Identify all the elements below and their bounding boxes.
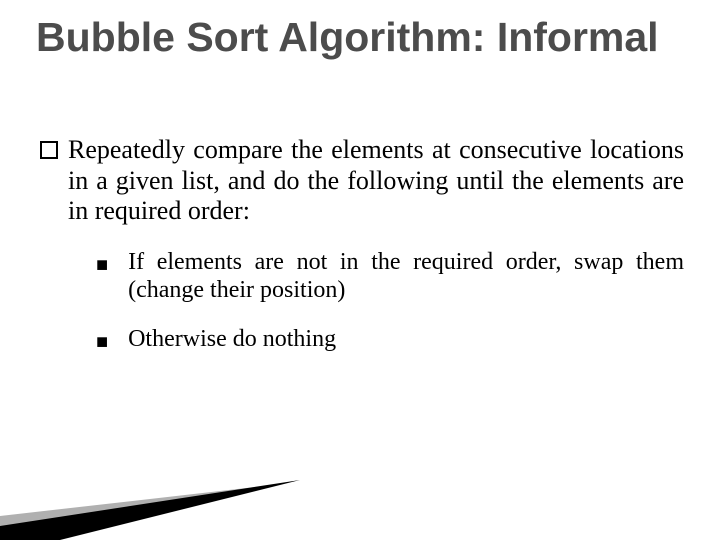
bullet-level2: ■ If elements are not in the required or… bbox=[96, 249, 684, 304]
filled-square-icon: ■ bbox=[96, 255, 108, 275]
slide-body: Repeatedly compare the elements at conse… bbox=[40, 135, 684, 376]
slide-title: Bubble Sort Algorithm: Informal bbox=[36, 14, 684, 61]
point-text: Otherwise do nothing bbox=[128, 326, 336, 354]
bullet-level1: Repeatedly compare the elements at conse… bbox=[40, 135, 684, 227]
bullet-level2: ■ Otherwise do nothing bbox=[96, 326, 684, 354]
intro-text: Repeatedly compare the elements at conse… bbox=[68, 135, 684, 227]
slide: Bubble Sort Algorithm: Informal Repeated… bbox=[0, 0, 720, 540]
point-text: If elements are not in the required orde… bbox=[128, 249, 684, 304]
hollow-square-icon bbox=[40, 141, 58, 159]
filled-square-icon: ■ bbox=[96, 332, 108, 352]
sub-bullet-list: ■ If elements are not in the required or… bbox=[96, 249, 684, 354]
corner-decoration-icon bbox=[0, 450, 320, 540]
